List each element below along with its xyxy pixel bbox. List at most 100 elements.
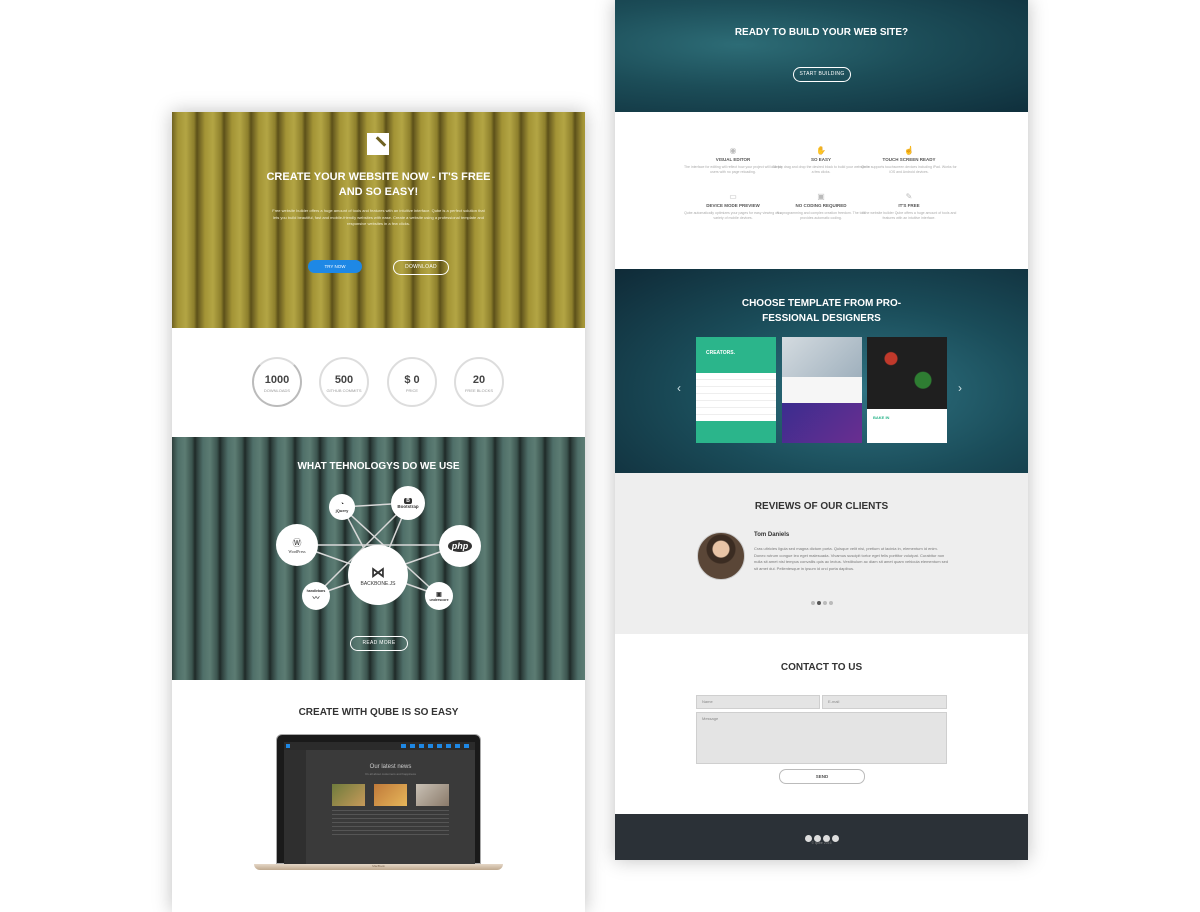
php-logo: php	[439, 525, 481, 567]
laptop-base: MacBook	[254, 864, 503, 870]
template-food-image	[867, 337, 947, 409]
stat-value: $ 0	[404, 374, 420, 386]
feature-so-easy: ✋ SO EASY Simply drag and drop the desir…	[771, 146, 871, 175]
template-purple-block	[782, 403, 862, 443]
feature-text: If the website builder Qube offers a hug…	[861, 211, 957, 220]
create-easy-section: CREATE WITH QUBE IS SO EASY Our latest n…	[172, 680, 585, 912]
template-footer	[696, 421, 776, 443]
screen-title: Our latest news	[369, 764, 412, 770]
backbone-icon: ⋈	[371, 563, 385, 580]
feature-touch-screen: ☝ TOUCH SCREEN READY Qube supports touch…	[859, 146, 959, 175]
right-page-preview: READY TO BUILD YOUR WEB SITE? START BUIL…	[615, 0, 1028, 860]
pagination-dot[interactable]	[828, 601, 833, 605]
review-text: Cras ultricies ligula sed magna dictum p…	[754, 546, 949, 571]
backbone-label: BACKBONE.JS	[360, 580, 396, 587]
logo	[367, 133, 389, 155]
left-page-preview: CREATE YOUR WEBSITE NOW - IT'S FREE AND …	[172, 112, 585, 912]
news-image-1	[332, 784, 365, 806]
footer: © qube 2016	[615, 814, 1028, 860]
free-icon: ✎	[905, 192, 913, 201]
stat-label: GITHUB COMMITS	[326, 388, 362, 393]
features-section: ◉ VISUAL EDITOR The interface for editin…	[615, 112, 1028, 269]
feature-text: The interface for editing will reflect h…	[683, 165, 783, 174]
toolbar-icons	[401, 744, 471, 748]
stat-label: DOWNLOADS	[263, 388, 291, 393]
stats-section: 1000 DOWNLOADS 500 GITHUB COMMITS $ 0 PR…	[172, 328, 585, 437]
templates-title: CHOOSE TEMPLATE FROM PRO-FESSIONAL DESIG…	[741, 298, 902, 324]
stat-downloads: 1000 DOWNLOADS	[252, 357, 302, 407]
template-stats	[782, 377, 862, 403]
laptop-screen: Our latest news It's all about customers…	[284, 742, 475, 865]
try-now-button[interactable]: TRY NOW	[308, 260, 362, 273]
contact-section: CONTACT TO US Name E-mail Message SEND	[615, 634, 1028, 814]
template-content	[696, 373, 776, 421]
template-title: BAKE IN	[873, 415, 890, 420]
contact-title: CONTACT TO US	[780, 662, 863, 673]
stat-price: $ 0 PRICE	[387, 357, 437, 407]
underscore-logo: ▣ underscore	[425, 582, 453, 610]
cta-title: READY TO BUILD YOUR WEB SITE?	[734, 27, 909, 38]
feature-title: DEVICE MODE PREVIEW	[706, 203, 760, 208]
template-card-creators[interactable]: CREATORS.	[696, 337, 776, 443]
template-card-bake[interactable]: BAKE IN	[867, 337, 947, 443]
wordpress-logo: Ⓦ WordPress	[276, 524, 318, 566]
template-card-business[interactable]	[782, 337, 862, 443]
stat-value: 500	[334, 374, 354, 386]
editor-logo	[286, 744, 290, 748]
editor-toolbar	[284, 742, 475, 750]
laptop-mockup: Our latest news It's all about customers…	[276, 734, 481, 865]
hero-title: CREATE YOUR WEBSITE NOW - IT'S FREE AND …	[266, 171, 491, 198]
backbone-logo: ⋈ BACKBONE.JS	[348, 545, 408, 605]
editor-sidebar	[284, 750, 306, 865]
reviews-title: REVIEWS OF OUR CLIENTS	[754, 501, 889, 512]
feature-title: SO EASY	[810, 157, 831, 162]
php-label: php	[447, 540, 473, 552]
underscore-label: underscore	[429, 597, 449, 602]
stat-value: 20	[472, 374, 486, 386]
news-image-2	[374, 784, 407, 806]
download-button[interactable]: DOWNLOAD	[393, 260, 449, 275]
feature-device-preview: ▭ DEVICE MODE PREVIEW Qube automatically…	[683, 192, 783, 221]
name-field[interactable]: Name	[696, 695, 820, 709]
pagination-dot-active[interactable]	[816, 601, 821, 605]
jquery-icon: ◔	[339, 501, 345, 508]
eye-icon: ◉	[729, 146, 737, 155]
reviewer-name: Tom Daniels	[754, 532, 790, 538]
feature-text: Qube supports touchscreen devices includ…	[861, 165, 957, 174]
feature-free: ✎ IT'S FREE If the website builder Qube …	[859, 192, 959, 221]
feature-visual-editor: ◉ VISUAL EDITOR The interface for editin…	[683, 146, 783, 175]
bootstrap-logo: B Bootstrap	[391, 486, 425, 520]
templates-section: CHOOSE TEMPLATE FROM PRO-FESSIONAL DESIG…	[615, 269, 1028, 473]
code-icon: ▣	[817, 192, 825, 201]
read-more-button[interactable]: READ MORE	[350, 636, 408, 651]
wordpress-label: WordPress	[288, 549, 306, 554]
start-building-button[interactable]: START BUILDING	[793, 67, 851, 82]
email-field[interactable]: E-mail	[822, 695, 947, 709]
bootstrap-label: Bootstrap	[397, 503, 419, 509]
mustache-icon: 〰	[312, 595, 320, 602]
feature-title: IT'S FREE	[898, 203, 920, 208]
pagination-dot[interactable]	[810, 601, 815, 605]
template-hero-image	[782, 337, 862, 377]
feature-title: NO CODING REQUIRED	[795, 203, 847, 208]
feature-text: Simply drag and drop the desired block t…	[772, 165, 870, 174]
feature-title: TOUCH SCREEN READY	[882, 157, 936, 162]
hero-section: CREATE YOUR WEBSITE NOW - IT'S FREE AND …	[172, 112, 585, 328]
feature-text: No programming and complex creation free…	[776, 211, 866, 220]
avatar	[697, 532, 745, 580]
template-title: CREATORS.	[706, 350, 735, 356]
feature-no-coding: ▣ NO CODING REQUIRED No programming and …	[771, 192, 871, 221]
screen-subtitle: It's all about customers and happiness	[365, 772, 416, 776]
pagination-dot[interactable]	[822, 601, 827, 605]
feature-text: Qube automatically optimizes your pages …	[684, 211, 782, 220]
carousel-prev-arrow[interactable]: ‹	[677, 381, 681, 395]
stat-value: 1000	[264, 374, 290, 386]
message-field[interactable]: Message	[696, 712, 947, 764]
stat-label: PRICE	[405, 388, 419, 393]
jquery-label: jQuery	[335, 508, 349, 513]
send-button[interactable]: SEND	[779, 769, 865, 784]
review-pagination[interactable]	[615, 599, 1028, 605]
copyright: © qube 2016	[811, 841, 832, 845]
carousel-next-arrow[interactable]: ›	[958, 381, 962, 395]
underscore-icon: ▣	[436, 591, 442, 598]
